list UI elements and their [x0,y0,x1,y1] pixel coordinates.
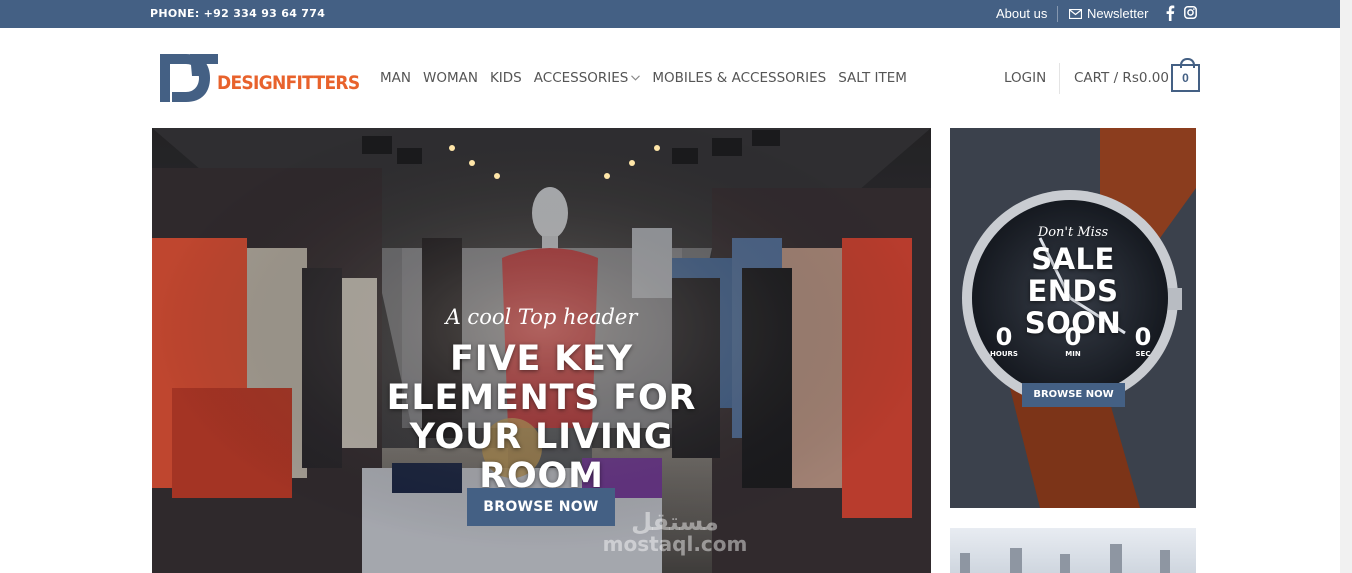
countdown-minutes-label: MIN [1065,350,1081,358]
newsletter-label: Newsletter [1087,6,1149,21]
logo-mark [160,54,218,102]
hero-browse-button[interactable]: BROWSE NOW [467,488,615,526]
instagram-icon[interactable] [1184,6,1197,19]
nav-item-accessories[interactable]: ACCESSORIES [534,70,641,86]
sale-browse-button[interactable]: BROWSE NOW [1022,383,1125,407]
cart-link[interactable]: CART / Rs0.00 [1074,70,1169,86]
main-nav: MAN WOMAN KIDS ACCESSORIES MOBILES & ACC… [380,70,919,86]
sale-kicker: Don't Miss [1037,225,1109,240]
hero-subtitle: A cool Top header [445,305,638,329]
envelope-icon [1069,8,1082,19]
cart-count-badge[interactable]: 0 [1171,58,1200,92]
hero-banner[interactable]: A cool Top header FIVE KEY ELEMENTS FOR … [152,128,931,573]
nav-item-woman[interactable]: WOMAN [423,70,478,86]
facebook-icon[interactable] [1165,5,1175,21]
countdown-seconds-value: 0 [1134,323,1152,351]
nav-item-man[interactable]: MAN [380,70,411,86]
site-logo[interactable]: DESIGNFITTERS [158,52,360,104]
hero-title: FIVE KEY ELEMENTS FOR YOUR LIVING ROOM [386,339,697,496]
product-image [960,544,1170,573]
countdown-minutes-value: 0 [1064,323,1082,351]
countdown-seconds-label: SEC [1135,350,1151,358]
nav-item-salt-item[interactable]: SALT ITEM [838,70,907,86]
newsletter-link[interactable]: Newsletter [1069,6,1148,21]
login-link[interactable]: LOGIN [1004,70,1046,86]
countdown-hours: 0 HOURS [979,324,1029,358]
sale-banner[interactable]: Don't Miss SALE ENDS SOON 0 HOURS 0 MIN … [950,128,1196,508]
product-banner-preview[interactable] [950,528,1196,573]
nav-item-kids[interactable]: KIDS [490,70,522,86]
countdown-seconds: 0 SEC [1118,324,1168,358]
about-us-link[interactable]: About us [996,6,1047,21]
top-bar: PHONE: +92 334 93 64 774 About us Newsle… [0,0,1352,28]
countdown-hours-label: HOURS [990,350,1018,358]
watermark: مستقل mostaql.com [600,508,750,556]
nav-item-accessories-label: ACCESSORIES [533,70,629,86]
header-divider [1059,63,1060,94]
chevron-down-icon [631,75,641,81]
phone-number: PHONE: +92 334 93 64 774 [150,7,326,20]
logo-text: DESIGNFITTERS [217,72,360,94]
watermark-latin: mostaql.com [602,532,748,556]
countdown-minutes: 0 MIN [1048,324,1098,358]
scroll-gutter [1340,0,1352,573]
countdown-hours-value: 0 [995,323,1013,351]
topbar-divider [1057,6,1058,22]
nav-item-mobiles-accessories[interactable]: MOBILES & ACCESSORIES [652,70,826,86]
